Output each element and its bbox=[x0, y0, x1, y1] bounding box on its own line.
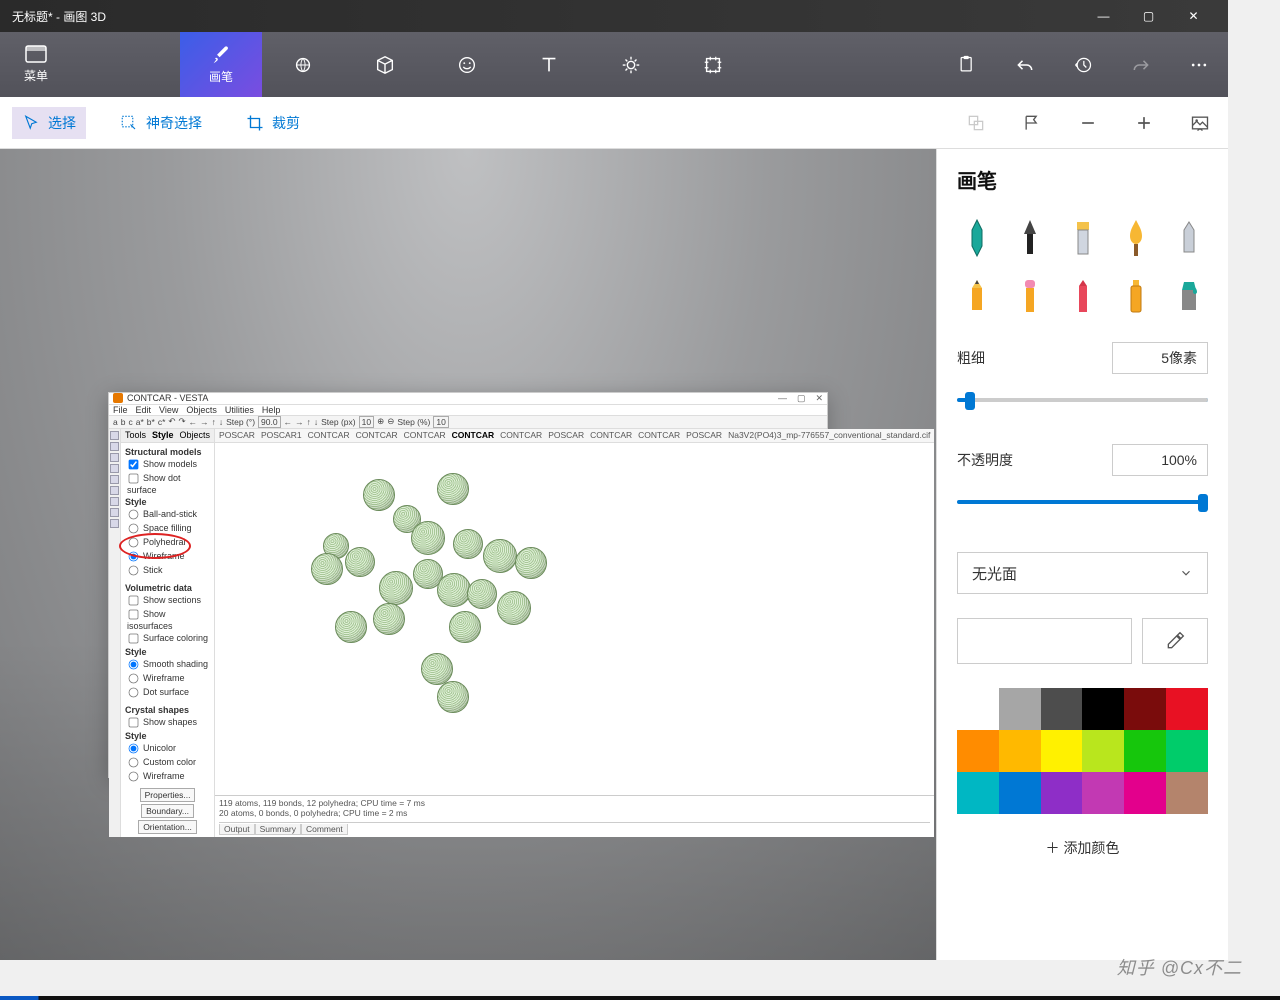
opacity-slider[interactable] bbox=[957, 500, 1208, 504]
crop-icon bbox=[246, 114, 264, 132]
redo-button[interactable] bbox=[1112, 32, 1170, 97]
paste-button[interactable] bbox=[938, 32, 996, 97]
vesta-menu: FileEditViewObjectsUtilitiesHelp bbox=[109, 405, 827, 416]
flag-icon-button[interactable] bbox=[1016, 107, 1048, 139]
color-swatch-16[interactable] bbox=[1124, 772, 1166, 814]
undo-button[interactable] bbox=[996, 32, 1054, 97]
brush-watercolor[interactable] bbox=[1116, 216, 1155, 260]
ribbon-tab-text[interactable] bbox=[508, 32, 590, 97]
brush-oil[interactable] bbox=[1063, 216, 1102, 260]
view-mode-button[interactable] bbox=[1184, 107, 1216, 139]
taskbar-hint bbox=[0, 996, 1280, 1000]
vesta-toolbar: abca*b*c* ↶↷ ←→↑↓ Step (°)90.0 ←→↑↓ Step… bbox=[109, 416, 827, 429]
crop-tool[interactable]: 裁剪 bbox=[236, 107, 310, 139]
ribbon-tab-label: 画笔 bbox=[209, 68, 233, 85]
add-color-button[interactable]: ＋ 添加颜色 bbox=[957, 838, 1208, 858]
close-button[interactable]: ✕ bbox=[1171, 0, 1216, 32]
vesta-3d-view: POSCARPOSCAR1CONTCARCONTCARCONTCARCONTCA… bbox=[215, 429, 934, 837]
thickness-value[interactable]: 5像素 bbox=[1112, 342, 1208, 374]
vesta-side-tabs: Tools Style Objects bbox=[121, 429, 214, 443]
color-swatch-7[interactable] bbox=[999, 730, 1041, 772]
color-swatch-14[interactable] bbox=[1041, 772, 1083, 814]
thickness-label: 粗细 bbox=[957, 348, 985, 368]
group-icon-button[interactable] bbox=[960, 107, 992, 139]
select-tool[interactable]: 选择 bbox=[12, 107, 86, 139]
color-swatch-9[interactable] bbox=[1082, 730, 1124, 772]
color-swatch-10[interactable] bbox=[1124, 730, 1166, 772]
color-swatch-15[interactable] bbox=[1082, 772, 1124, 814]
opacity-label: 不透明度 bbox=[957, 450, 1013, 470]
thickness-slider[interactable] bbox=[957, 398, 1208, 402]
color-swatch-13[interactable] bbox=[999, 772, 1041, 814]
color-swatch-1[interactable] bbox=[999, 688, 1041, 730]
magic-select-tool[interactable]: 神奇选择 bbox=[110, 107, 212, 139]
more-button[interactable] bbox=[1170, 32, 1228, 97]
color-swatch-2[interactable] bbox=[1041, 688, 1083, 730]
vesta-app-icon bbox=[113, 393, 123, 403]
ribbon: 菜单 画笔 bbox=[0, 32, 1228, 97]
color-swatch-6[interactable] bbox=[957, 730, 999, 772]
menu-button[interactable]: 菜单 bbox=[0, 32, 72, 97]
zoom-out-button[interactable] bbox=[1072, 107, 1104, 139]
eyedropper-icon bbox=[1165, 631, 1185, 651]
sub-toolbar: 选择 神奇选择 裁剪 bbox=[0, 97, 1228, 149]
zoom-in-button[interactable] bbox=[1128, 107, 1160, 139]
brush-pixel[interactable] bbox=[1169, 216, 1208, 260]
vesta-screenshot: CONTCAR - VESTA —▢✕ FileEditViewObjectsU… bbox=[108, 392, 828, 778]
brush-eraser[interactable] bbox=[1010, 274, 1049, 318]
cursor-icon bbox=[22, 114, 40, 132]
chevron-down-icon bbox=[1179, 566, 1193, 580]
eyedropper-button[interactable] bbox=[1142, 618, 1208, 664]
ribbon-tab-brushes[interactable]: 画笔 bbox=[180, 32, 262, 97]
minimize-button[interactable]: — bbox=[1081, 0, 1126, 32]
color-swatch-3[interactable] bbox=[1082, 688, 1124, 730]
opacity-value[interactable]: 100% bbox=[1112, 444, 1208, 476]
app-title: 无标题* - 画图 3D bbox=[12, 8, 1081, 25]
vesta-style-panel: Structural models Show models Show dot s… bbox=[121, 443, 214, 837]
ribbon-tab-3d[interactable] bbox=[344, 32, 426, 97]
ribbon-tab-stickers[interactable] bbox=[426, 32, 508, 97]
menu-label: 菜单 bbox=[24, 67, 48, 84]
ribbon-tab-2d[interactable] bbox=[262, 32, 344, 97]
brush-calligraphy[interactable] bbox=[1010, 216, 1049, 260]
brushes-sidebar: 画笔 粗细 5像素 不透明度 bbox=[936, 149, 1228, 960]
history-button[interactable] bbox=[1054, 32, 1112, 97]
color-swatch-11[interactable] bbox=[1166, 730, 1208, 772]
brush-pencil[interactable] bbox=[957, 274, 996, 318]
current-color-box[interactable] bbox=[957, 618, 1132, 664]
color-swatch-5[interactable] bbox=[1166, 688, 1208, 730]
canvas-area[interactable]: CONTCAR - VESTA —▢✕ FileEditViewObjectsU… bbox=[0, 149, 936, 960]
ribbon-tab-effects[interactable] bbox=[590, 32, 672, 97]
brush-fill[interactable] bbox=[1169, 274, 1208, 318]
color-swatch-0[interactable] bbox=[957, 688, 999, 730]
sidebar-title: 画笔 bbox=[957, 165, 1208, 194]
brush-crayon[interactable] bbox=[1063, 274, 1102, 318]
ribbon-tab-canvas[interactable] bbox=[672, 32, 754, 97]
brush-marker[interactable] bbox=[957, 216, 996, 260]
brush-spray[interactable] bbox=[1116, 274, 1155, 318]
vesta-titlebar: CONTCAR - VESTA —▢✕ bbox=[109, 393, 827, 405]
titlebar: 无标题* - 画图 3D — ▢ ✕ bbox=[0, 0, 1228, 32]
maximize-button[interactable]: ▢ bbox=[1126, 0, 1171, 32]
color-swatch-12[interactable] bbox=[957, 772, 999, 814]
surface-dropdown[interactable]: 无光面 bbox=[957, 552, 1208, 594]
magic-select-icon bbox=[120, 114, 138, 132]
color-swatch-8[interactable] bbox=[1041, 730, 1083, 772]
color-swatch-4[interactable] bbox=[1124, 688, 1166, 730]
brush-grid bbox=[957, 216, 1208, 318]
color-swatch-17[interactable] bbox=[1166, 772, 1208, 814]
color-palette bbox=[957, 688, 1208, 814]
vesta-left-tools bbox=[109, 429, 121, 837]
